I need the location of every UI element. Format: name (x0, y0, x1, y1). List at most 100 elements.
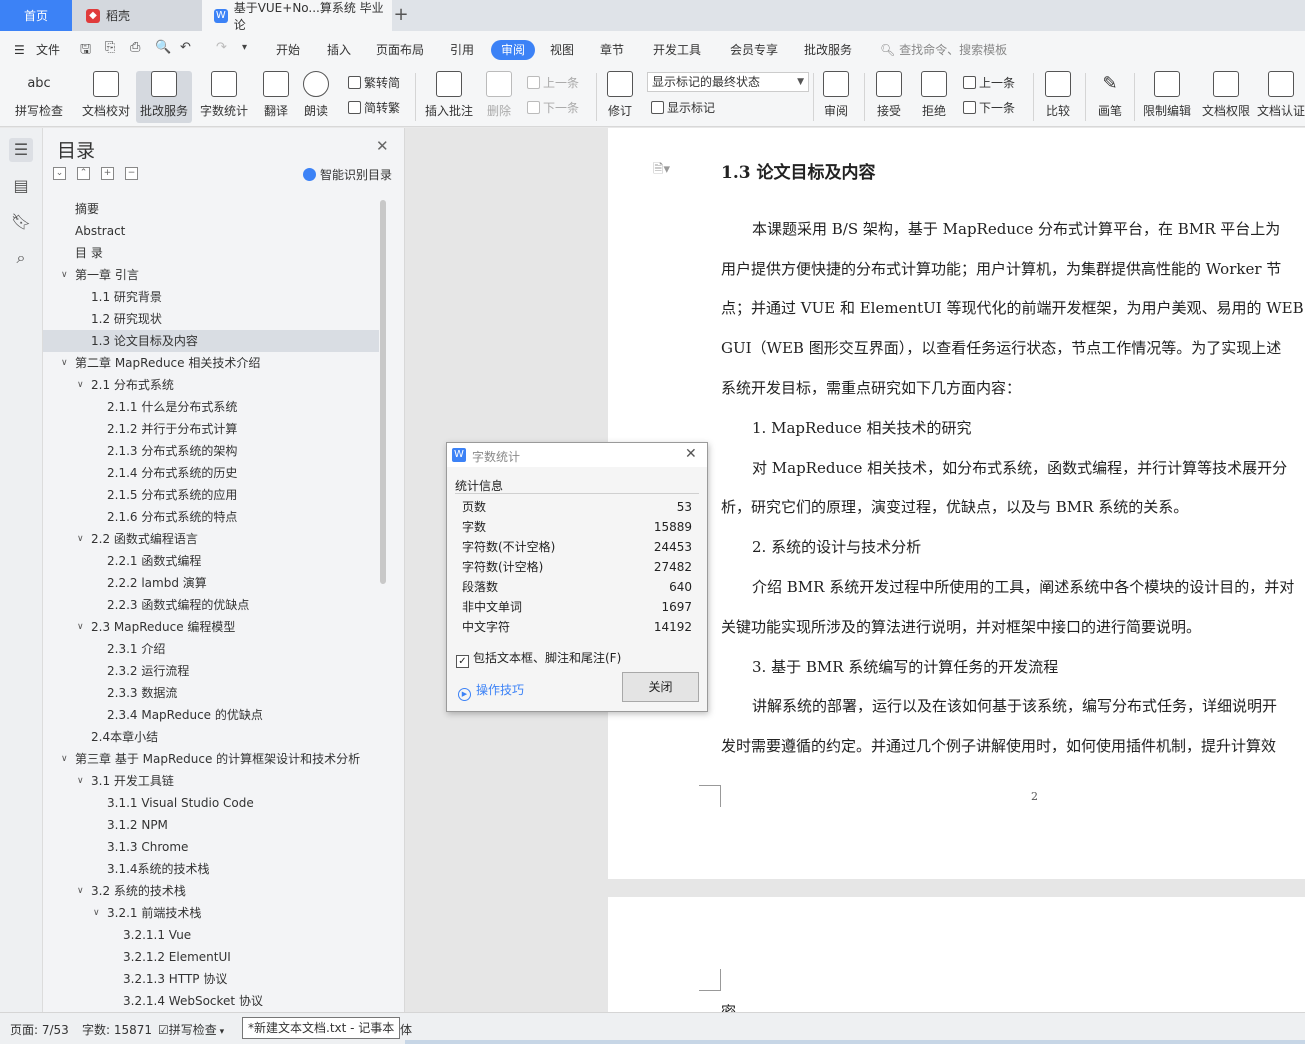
chevron-down-icon[interactable]: ∨ (93, 902, 100, 924)
toc-item[interactable]: 3.2.1.3 HTTP 协议 (43, 968, 379, 990)
menu-section[interactable]: 章节 (600, 40, 624, 60)
pen-button[interactable]: ✎ 画笔 (1092, 71, 1128, 123)
toc-item[interactable]: 2.2.1 函数式编程 (43, 550, 379, 572)
toc-item[interactable]: 2.2.2 lambd 演算 (43, 572, 379, 594)
remove-heading-icon[interactable]: − (125, 167, 138, 180)
chevron-down-icon[interactable]: ∨ (77, 616, 84, 638)
spellcheck-button[interactable]: abc 拼写检查 (8, 71, 70, 123)
smart-toc-button[interactable]: 智能识别目录 (303, 166, 392, 183)
toc-item[interactable]: 2.1.2 并行于分布式计算 (43, 418, 379, 440)
toc-scrollbar-thumb[interactable] (380, 200, 386, 584)
qat-more-icon[interactable]: ▾ (242, 42, 247, 53)
compare-button[interactable]: 比较 (1038, 71, 1078, 123)
show-markup-button[interactable]: 显示标记 (651, 99, 715, 117)
toc-item[interactable]: 1.2 研究现状 (43, 308, 379, 330)
toc-item[interactable]: ∨ 2.3 MapReduce 编程模型 (43, 616, 379, 638)
toc-item[interactable]: ∨ 2.2 函数式编程语言 (43, 528, 379, 550)
outline-nav-icon[interactable]: ▤ (9, 174, 33, 198)
toc-item[interactable]: Abstract (43, 220, 379, 242)
export-icon[interactable]: ⎘ (105, 40, 115, 55)
include-textbox-checkbox[interactable]: ✓ 包括文本框、脚注和尾注(F) (456, 649, 621, 668)
read-aloud-button[interactable]: 朗读 (298, 71, 334, 123)
menu-review[interactable]: 审阅 (491, 40, 536, 60)
prev-change-button[interactable]: 上一条 (963, 74, 1015, 92)
bookmark-icon[interactable]: 🔖︎ (9, 210, 33, 234)
toc-item[interactable]: 2.2.3 函数式编程的优缺点 (43, 594, 379, 616)
toc-item[interactable]: 1.3 论文目标及内容 (43, 330, 379, 352)
accept-button[interactable]: 接受 (870, 71, 908, 123)
search-icon[interactable]: ⌕ (9, 246, 33, 270)
next-change-button[interactable]: 下一条 (963, 99, 1015, 117)
toc-item[interactable]: 3.1.3 Chrome (43, 836, 379, 858)
status-spellcheck[interactable]: ☑拼写检查 ▾ (158, 1021, 224, 1038)
tab-document[interactable]: W 基于VUE+No...算系统 毕业论 (202, 0, 392, 32)
tab-home[interactable]: 首页 (0, 0, 72, 31)
toc-item[interactable]: 2.1.1 什么是分布式系统 (43, 396, 379, 418)
correction-service-button[interactable]: 批改服务 (136, 71, 192, 123)
document-page-next[interactable]: 密 (608, 897, 1305, 1012)
insert-comment-button[interactable]: 插入批注 (422, 71, 476, 123)
print-icon[interactable]: ⎙ (130, 40, 140, 55)
chevron-down-icon[interactable]: ∨ (61, 352, 68, 374)
command-search[interactable]: 🔍︎ 查找命令、搜索模板 (880, 40, 1007, 60)
toc-item[interactable]: ∨ 2.1 分布式系统 (43, 374, 379, 396)
paragraph-options-icon[interactable]: 🗎▾ (653, 160, 670, 182)
toc-item[interactable]: ∨ 第三章 基于 MapReduce 的计算框架设计和技术分析 (43, 748, 379, 770)
trad-to-simp-button[interactable]: 繁转简 (348, 74, 400, 92)
menu-view[interactable]: 视图 (550, 40, 574, 60)
track-changes-button[interactable]: 修订 (601, 71, 639, 123)
toc-item[interactable]: 摘要 (43, 198, 379, 220)
toc-item[interactable]: ∨ 第一章 引言 (43, 264, 379, 286)
toc-item[interactable]: 2.4本章小结 (43, 726, 379, 748)
toc-item[interactable]: ∨ 3.2 系统的技术栈 (43, 880, 379, 902)
toc-item[interactable]: 3.1.4系统的技术栈 (43, 858, 379, 880)
close-icon[interactable]: ✕ (376, 137, 389, 155)
chevron-down-icon[interactable]: ∨ (61, 748, 68, 770)
menu-references[interactable]: 引用 (450, 40, 474, 60)
toc-item[interactable]: 3.2.1.1 Vue (43, 924, 379, 946)
page-indicator[interactable]: 页面: 7/53 (10, 1021, 69, 1038)
menu-correction[interactable]: 批改服务 (804, 40, 852, 60)
toc-item[interactable]: ∨ 3.1 开发工具链 (43, 770, 379, 792)
word-count-button[interactable]: 字数统计 (196, 71, 252, 123)
collapse-all-icon[interactable]: ⌄ (53, 167, 66, 180)
chevron-down-icon[interactable]: ∨ (77, 374, 84, 396)
toc-item[interactable]: 1.1 研究背景 (43, 286, 379, 308)
toc-item[interactable]: 2.3.2 运行流程 (43, 660, 379, 682)
toc-item[interactable]: ∨ 3.2.1 前端技术栈 (43, 902, 379, 924)
proofread-button[interactable]: 文档校对 (78, 71, 134, 123)
toc-item[interactable]: 2.1.3 分布式系统的架构 (43, 440, 379, 462)
close-icon[interactable]: ✕ (685, 446, 697, 462)
new-tab-button[interactable]: + (392, 0, 410, 31)
chevron-down-icon[interactable]: ∨ (61, 264, 68, 286)
menu-start[interactable]: 开始 (276, 40, 300, 60)
toc-item[interactable]: 目 录 (43, 242, 379, 264)
menu-insert[interactable]: 插入 (327, 40, 351, 60)
translate-button[interactable]: 翻译 (256, 71, 296, 123)
review-pane-button[interactable]: 审阅 (818, 71, 854, 123)
tab-daoke[interactable]: ◆ 稻壳 (72, 0, 202, 31)
toc-item[interactable]: ∨ 第二章 MapReduce 相关技术介绍 (43, 352, 379, 374)
toc-item[interactable]: 2.3.4 MapReduce 的优缺点 (43, 704, 379, 726)
next-comment-button[interactable]: 下一条 (527, 99, 579, 117)
chevron-down-icon[interactable]: ∨ (77, 770, 84, 792)
word-count-indicator[interactable]: 字数: 15871 (82, 1021, 152, 1038)
expand-up-icon[interactable]: ⌃ (77, 167, 90, 180)
toc-item[interactable]: 3.1.1 Visual Studio Code (43, 792, 379, 814)
save-icon[interactable]: 🖫 (80, 40, 91, 62)
toc-item[interactable]: 2.1.6 分布式系统的特点 (43, 506, 379, 528)
toc-item[interactable]: 3.1.2 NPM (43, 814, 379, 836)
dialog-titlebar[interactable]: W 字数统计 ✕ (447, 443, 707, 467)
simp-to-trad-button[interactable]: 简转繁 (348, 99, 400, 117)
menu-page-layout[interactable]: 页面布局 (376, 40, 424, 60)
redo-icon[interactable]: ↷ (216, 40, 227, 55)
toc-item[interactable]: 2.1.4 分布式系统的历史 (43, 462, 379, 484)
hamburger-icon[interactable]: ☰ (14, 40, 25, 60)
toc-item[interactable]: 3.2.1.2 ElementUI (43, 946, 379, 968)
close-button[interactable]: 关闭 (622, 672, 699, 702)
chevron-down-icon[interactable]: ∨ (77, 880, 84, 902)
add-heading-icon[interactable]: + (101, 167, 114, 180)
toc-item[interactable]: 2.3.3 数据流 (43, 682, 379, 704)
doc-rights-button[interactable]: 文档权限 (1199, 71, 1253, 123)
menu-file[interactable]: 文件 (36, 40, 60, 60)
